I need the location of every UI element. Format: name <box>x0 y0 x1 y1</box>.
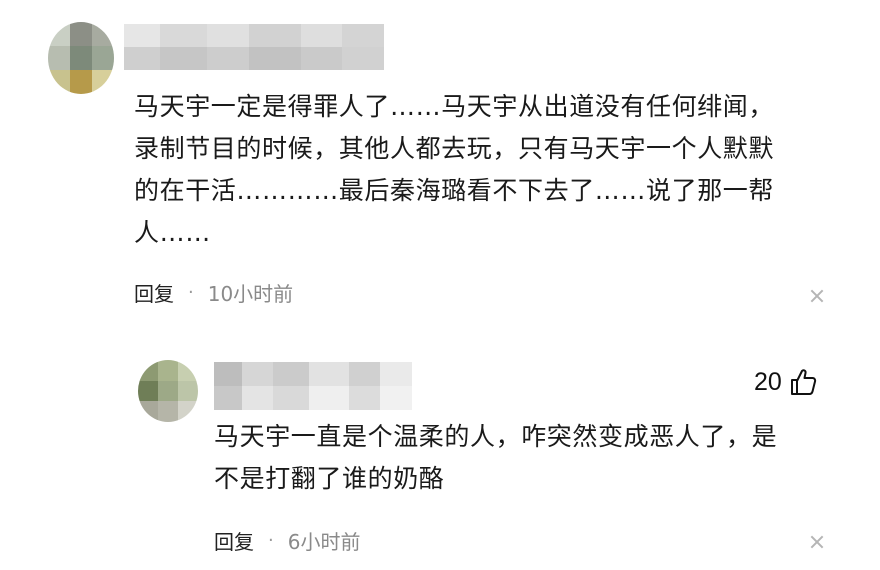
close-icon[interactable] <box>810 289 824 303</box>
comment-text-line: 不是打翻了谁的奶酪 <box>214 464 445 493</box>
username[interactable] <box>124 24 384 70</box>
reply-button[interactable]: 回复 <box>134 278 174 307</box>
comment-text-line: 录制节目的时候，其他人都去玩，只有马天宇一个人默默 <box>134 134 775 163</box>
thumbs-up-icon <box>790 369 816 395</box>
comment-text-line: 马天宇一直是个温柔的人，咋突然变成恶人了，是 <box>214 422 778 451</box>
avatar[interactable] <box>48 22 114 94</box>
like-button[interactable]: 20 <box>754 366 818 398</box>
like-count: 20 <box>754 367 782 396</box>
close-icon[interactable] <box>810 535 824 549</box>
comment-text-line: 马天宇一定是得罪人了……马天宇从出道没有任何绯闻， <box>134 92 775 121</box>
comment-meta: 回复 · 10小时前 <box>134 278 293 306</box>
comment-text-line: 的在干活…………最后秦海璐看不下去了……说了那一帮 <box>134 176 775 205</box>
avatar[interactable] <box>138 360 198 422</box>
comment-meta: 回复 · 6小时前 <box>214 526 360 554</box>
meta-separator: · <box>268 529 274 551</box>
meta-separator: · <box>188 281 194 303</box>
username[interactable] <box>214 362 412 410</box>
comment-text: 马天宇一定是得罪人了……马天宇从出道没有任何绯闻， 录制节目的时候，其他人都去玩… <box>134 86 854 254</box>
comment-text-line: 人…… <box>134 218 211 247</box>
timestamp: 10小时前 <box>207 281 294 306</box>
comment-text: 马天宇一直是个温柔的人，咋突然变成恶人了，是 不是打翻了谁的奶酪 <box>214 416 854 500</box>
timestamp: 6小时前 <box>287 529 361 554</box>
reply-button[interactable]: 回复 <box>214 526 254 555</box>
